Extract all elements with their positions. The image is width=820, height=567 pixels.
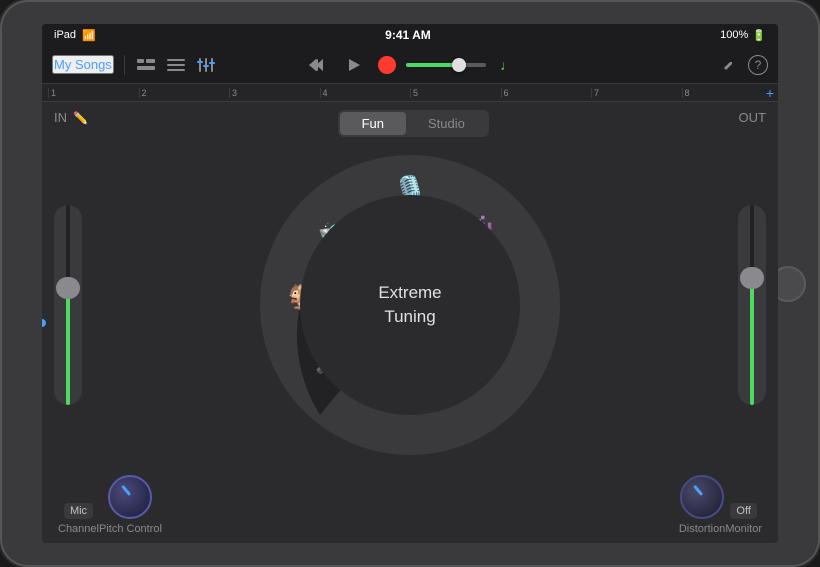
blue-dot-indicator bbox=[42, 319, 46, 327]
add-track-button[interactable]: + bbox=[766, 85, 774, 101]
rewind-button[interactable] bbox=[302, 51, 330, 79]
ruler-mark-3: 3 bbox=[229, 88, 320, 98]
distortion-control: Distortion bbox=[679, 475, 725, 535]
ruler-mark-1: 1 bbox=[48, 88, 139, 98]
distortion-label: Distortion bbox=[679, 523, 725, 535]
metronome-icon[interactable]: ♩ bbox=[496, 57, 518, 73]
main-zone: 🛸 🎙️ 👾 🐿️ 🤖 🎤 📞 📣 bbox=[54, 143, 766, 467]
tab-fun[interactable]: Fun bbox=[340, 112, 406, 135]
volume-slider[interactable] bbox=[406, 63, 486, 67]
battery-label: 100% bbox=[720, 29, 748, 41]
status-time: 9:41 AM bbox=[385, 28, 431, 42]
ruler-marks: 1 2 3 4 5 6 7 8 bbox=[48, 88, 772, 98]
ipad-screen: iPad 📶 9:41 AM 100% 🔋 My Songs bbox=[42, 24, 778, 543]
toolbar-divider-1 bbox=[124, 55, 125, 75]
ruler-mark-8: 8 bbox=[682, 88, 773, 98]
out-slider-fill bbox=[750, 285, 754, 405]
wifi-icon: 📶 bbox=[82, 29, 96, 42]
mixer-icon[interactable] bbox=[195, 57, 217, 73]
out-label: OUT bbox=[739, 110, 766, 125]
ruler-mark-2: 2 bbox=[139, 88, 230, 98]
top-row: IN ✏️ Fun Studio OUT bbox=[54, 110, 766, 137]
out-section: OUT bbox=[739, 110, 766, 125]
status-right: 100% 🔋 bbox=[720, 29, 766, 42]
ipad-frame: iPad 📶 9:41 AM 100% 🔋 My Songs bbox=[0, 0, 820, 567]
out-slider-col bbox=[738, 143, 766, 467]
volume-control bbox=[406, 63, 486, 67]
toolbar-center: ♩ bbox=[293, 51, 526, 79]
ruler-mark-7: 7 bbox=[591, 88, 682, 98]
in-slider-thumb[interactable] bbox=[56, 277, 80, 299]
play-button[interactable] bbox=[340, 51, 368, 79]
monitor-select[interactable]: Off bbox=[730, 503, 756, 519]
main-content: IN ✏️ Fun Studio OUT bbox=[42, 102, 778, 543]
in-label: IN bbox=[54, 110, 67, 125]
status-left: iPad 📶 bbox=[54, 29, 96, 42]
in-section: IN ✏️ bbox=[54, 110, 88, 125]
in-slider-col bbox=[54, 143, 82, 467]
in-slider-fill bbox=[66, 295, 70, 405]
timeline-ruler: 1 2 3 4 5 6 7 8 + bbox=[42, 84, 778, 102]
out-slider[interactable] bbox=[738, 205, 766, 405]
status-bar: iPad 📶 9:41 AM 100% 🔋 bbox=[42, 24, 778, 46]
in-slider[interactable] bbox=[54, 205, 82, 405]
toolbar: My Songs bbox=[42, 46, 778, 84]
ruler-mark-4: 4 bbox=[320, 88, 411, 98]
pitch-knob[interactable] bbox=[108, 475, 152, 519]
list-icon[interactable] bbox=[165, 57, 187, 73]
pitch-control-label: Pitch Control bbox=[99, 523, 162, 535]
mic-channel-label: Channel bbox=[58, 523, 99, 535]
ruler-mark-6: 6 bbox=[501, 88, 592, 98]
battery-icon: 🔋 bbox=[752, 29, 766, 42]
segment-tabs: Fun Studio bbox=[338, 110, 489, 137]
mic-channel-select[interactable]: Mic bbox=[64, 503, 93, 519]
voice-wheel-inner: ExtremeTuning bbox=[300, 195, 520, 415]
my-songs-button[interactable]: My Songs bbox=[52, 55, 114, 74]
ruler-mark-5: 5 bbox=[410, 88, 501, 98]
distortion-knob[interactable] bbox=[680, 475, 724, 519]
wheel-center-text: ExtremeTuning bbox=[378, 281, 441, 329]
monitor-control: Off Monitor bbox=[725, 503, 762, 535]
wheel-container: 🛸 🎙️ 👾 🐿️ 🤖 🎤 📞 📣 bbox=[90, 145, 730, 465]
tab-studio[interactable]: Studio bbox=[406, 112, 487, 135]
record-button[interactable] bbox=[378, 56, 396, 74]
toolbar-right: ? bbox=[535, 55, 768, 75]
mic-channel-control: Mic Channel bbox=[58, 503, 99, 535]
bottom-row: Mic Channel Pitch Control Distortion bbox=[54, 475, 766, 535]
arrange-icon[interactable] bbox=[135, 57, 157, 73]
toolbar-left: My Songs bbox=[52, 55, 285, 75]
pitch-control: Pitch Control bbox=[99, 475, 162, 535]
wrench-icon[interactable] bbox=[718, 57, 740, 73]
volume-thumb[interactable] bbox=[452, 58, 466, 72]
monitor-label: Monitor bbox=[725, 523, 762, 535]
help-icon[interactable]: ? bbox=[748, 55, 768, 75]
ipad-label: iPad bbox=[54, 29, 76, 41]
pencil-icon[interactable]: ✏️ bbox=[73, 111, 88, 125]
out-slider-thumb[interactable] bbox=[740, 267, 764, 289]
voice-wheel[interactable]: 🛸 🎙️ 👾 🐿️ 🤖 🎤 📞 📣 bbox=[260, 155, 560, 455]
